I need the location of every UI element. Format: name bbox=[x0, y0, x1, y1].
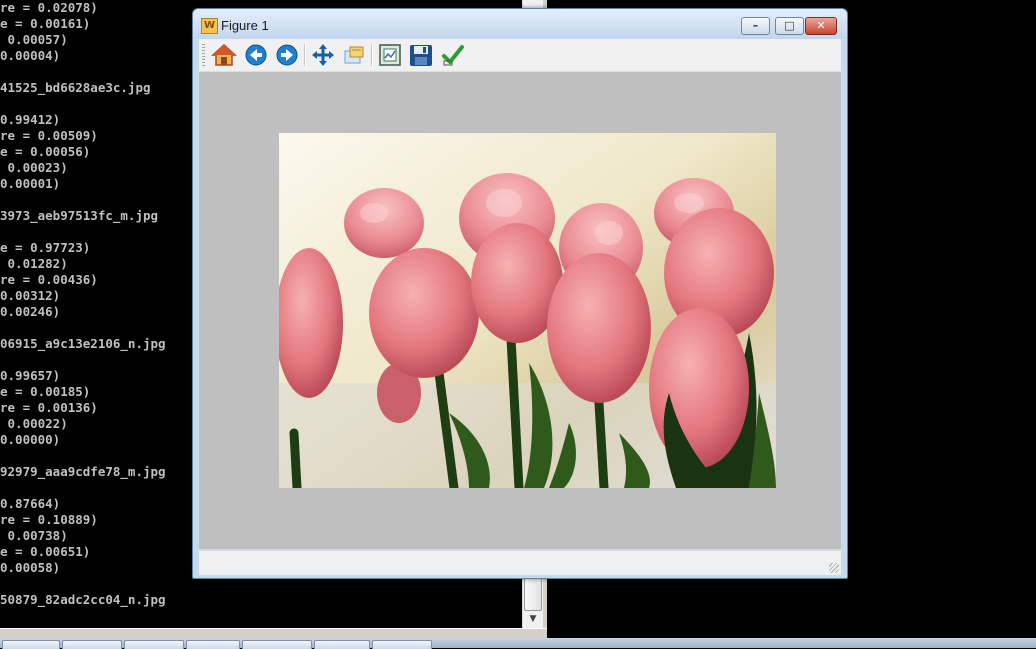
figure-canvas[interactable] bbox=[199, 72, 841, 549]
subplots-button[interactable] bbox=[377, 42, 403, 68]
forward-button[interactable] bbox=[274, 42, 300, 68]
console-line: 0.01282) bbox=[0, 256, 68, 271]
console-line: e = 0.97723) bbox=[0, 240, 91, 255]
figure-window: W Figure 1 – □ ✕ bbox=[192, 8, 848, 579]
home-icon bbox=[211, 43, 237, 66]
pan-icon bbox=[312, 44, 334, 66]
checkmark-icon bbox=[442, 45, 464, 66]
console-line: re = 0.00136) bbox=[0, 400, 98, 415]
console-line: re = 0.00436) bbox=[0, 272, 98, 287]
edit-parameters-button[interactable] bbox=[440, 42, 466, 68]
console-line: 0.00004) bbox=[0, 48, 61, 63]
console-line: 0.99412) bbox=[0, 112, 61, 127]
tulip-image bbox=[279, 133, 776, 488]
console-line: re = 0.10889) bbox=[0, 512, 98, 527]
close-button[interactable]: ✕ bbox=[805, 17, 837, 35]
save-icon bbox=[410, 45, 432, 66]
console-output: re = 0.02078) e = 0.00161) 0.00057) 0.0000… bbox=[0, 0, 166, 608]
close-icon: ✕ bbox=[816, 19, 826, 32]
back-arrow-icon bbox=[245, 44, 267, 66]
status-bar bbox=[199, 550, 841, 575]
console-line: 0.00057) bbox=[0, 32, 68, 47]
console-line: 0.00023) bbox=[0, 160, 68, 175]
toolbar-separator bbox=[371, 44, 373, 66]
subplots-icon bbox=[379, 44, 401, 66]
console-line: 0.00001) bbox=[0, 176, 61, 191]
console-line: 3973_aeb97513fc_m.jpg bbox=[0, 208, 159, 223]
window-title: Figure 1 bbox=[221, 18, 269, 33]
resize-grip-icon[interactable] bbox=[829, 563, 839, 573]
toolbar-grip bbox=[202, 44, 205, 66]
back-button[interactable] bbox=[243, 42, 269, 68]
console-line: re = 0.02078) bbox=[0, 0, 98, 15]
console-line: 0.87664) bbox=[0, 496, 61, 511]
save-button[interactable] bbox=[408, 42, 434, 68]
minimize-icon: – bbox=[752, 19, 759, 32]
taskbar bbox=[0, 638, 1036, 649]
toolbar-separator bbox=[304, 44, 306, 66]
console-line: e = 0.00161) bbox=[0, 16, 91, 31]
forward-arrow-icon bbox=[276, 44, 298, 66]
console-line: 0.00246) bbox=[0, 304, 61, 319]
zoom-button[interactable] bbox=[341, 42, 367, 68]
scroll-down-arrow-icon[interactable]: ▼ bbox=[524, 611, 542, 627]
home-button[interactable] bbox=[211, 42, 237, 68]
matplotlib-app-icon: W bbox=[201, 18, 218, 34]
console-line: 50879_82adc2cc04_n.jpg bbox=[0, 592, 166, 607]
console-line: re = 0.00509) bbox=[0, 128, 98, 143]
console-line: 0.00022) bbox=[0, 416, 68, 431]
title-bar[interactable]: W Figure 1 – □ ✕ bbox=[193, 9, 847, 39]
maximize-icon: □ bbox=[784, 19, 795, 32]
console-line: 41525_bd6628ae3c.jpg bbox=[0, 80, 151, 95]
console-line: 06915_a9c13e2106_n.jpg bbox=[0, 336, 166, 351]
console-line: 0.00312) bbox=[0, 288, 61, 303]
console-line: 0.00058) bbox=[0, 560, 61, 575]
pan-button[interactable] bbox=[310, 42, 336, 68]
scrollbar-thumb[interactable] bbox=[524, 575, 542, 611]
minimize-button[interactable]: – bbox=[741, 17, 770, 35]
console-line: 0.99657) bbox=[0, 368, 61, 383]
console-line: e = 0.00056) bbox=[0, 144, 91, 159]
console-line: 0.00000) bbox=[0, 432, 61, 447]
console-line: e = 0.00185) bbox=[0, 384, 91, 399]
console-line: 0.00738) bbox=[0, 528, 68, 543]
tulip-photo bbox=[279, 133, 776, 488]
console-line: e = 0.00651) bbox=[0, 544, 91, 559]
maximize-button[interactable]: □ bbox=[775, 17, 804, 35]
zoom-icon bbox=[344, 46, 364, 64]
navigation-toolbar bbox=[199, 39, 841, 72]
console-line: 92979_aaa9cdfe78_m.jpg bbox=[0, 464, 166, 479]
